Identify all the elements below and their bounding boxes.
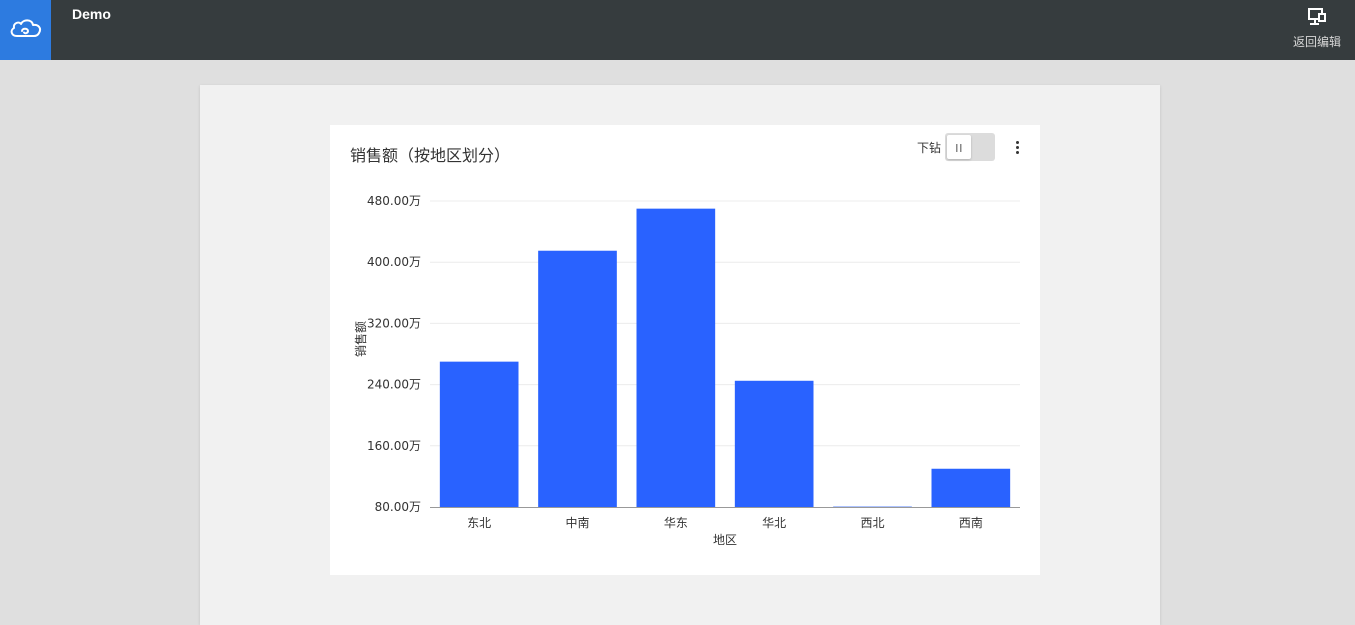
x-tick-label: 华北 [762,516,786,530]
y-tick-label: 480.00万 [367,194,421,208]
back-to-edit-label: 返回编辑 [1293,33,1341,50]
y-tick-label: 80.00万 [375,500,421,514]
x-tick-label: 华东 [664,516,688,530]
y-tick-label: 240.00万 [367,378,421,392]
monitor-icon [1307,8,1327,30]
bar [932,469,1011,507]
bar [538,251,617,507]
app-title: Demo [72,6,111,22]
y-tick-label: 160.00万 [367,439,421,453]
bar [637,209,716,507]
bar [440,362,519,507]
bar-chart: 80.00万 160.00万 240.00万 320.00万 400.00万 480.00… [330,125,1040,575]
y-tick-label: 400.00万 [367,255,421,269]
x-tick-label: 东北 [467,516,491,530]
logo[interactable] [0,0,51,60]
x-tick-label: 中南 [565,515,589,530]
y-tick-label: 320.00万 [367,316,421,330]
top-bar: Demo 返回编辑 [0,0,1355,60]
x-tick-label: 西南 [959,515,983,530]
x-tick-label: 西北 [860,516,884,530]
cloud-icon [8,16,44,44]
y-axis-title: 销售额 [353,321,368,357]
back-to-edit-button[interactable]: 返回编辑 [1291,8,1343,52]
chart-card: 销售额（按地区划分） 下钻 80.00万160.00万240.00万320.00… [330,125,1040,575]
x-axis-title: 地区 [713,533,737,547]
bar [735,381,814,507]
